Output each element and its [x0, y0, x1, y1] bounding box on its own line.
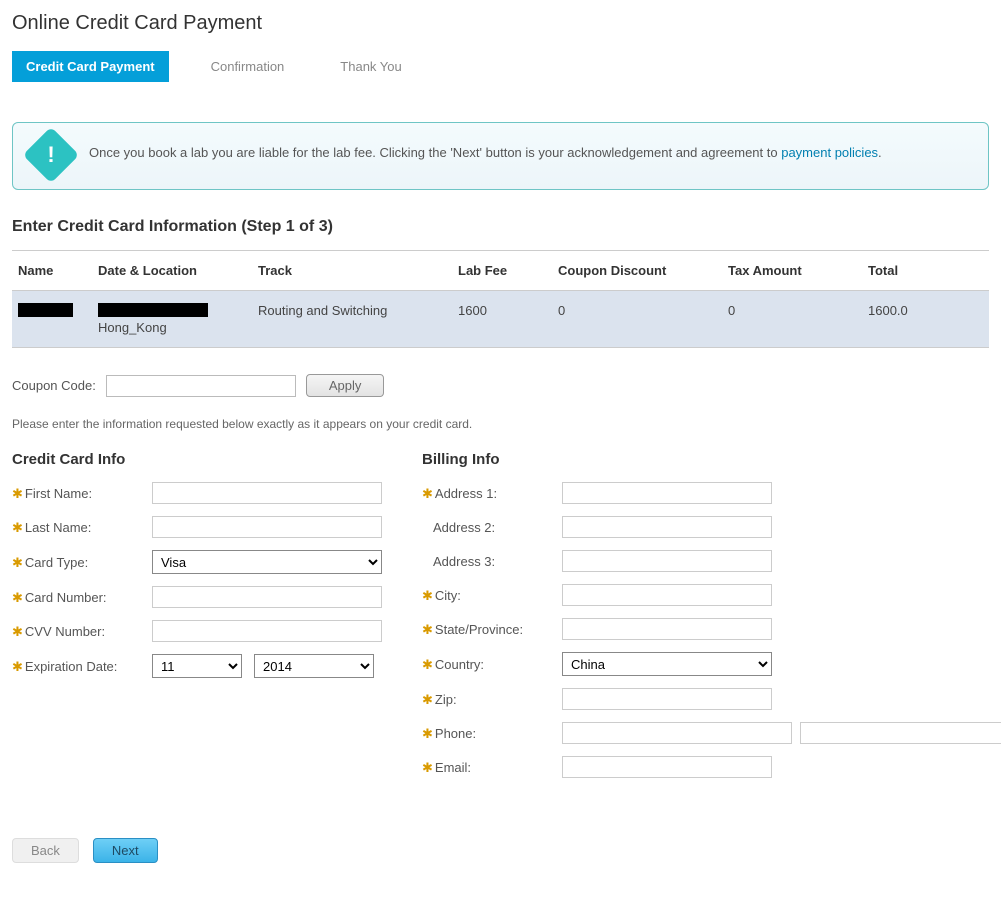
coupon-row: Coupon Code: Apply — [12, 374, 989, 397]
back-button[interactable]: Back — [12, 838, 79, 863]
card-number-input[interactable] — [152, 586, 382, 608]
expiration-label: ✱Expiration Date: — [12, 659, 152, 674]
billing-info-section: Billing Info ✱Address 1: Address 2: Addr… — [422, 451, 1001, 790]
phone-code-input[interactable] — [562, 722, 792, 744]
step-heading: Enter Credit Card Information (Step 1 of… — [12, 218, 989, 236]
coupon-input[interactable] — [106, 375, 296, 397]
last-name-label: ✱Last Name: — [12, 520, 152, 535]
cell-track: Routing and Switching — [252, 291, 452, 348]
city-label: ✱City: — [422, 588, 562, 603]
address1-label: ✱Address 1: — [422, 486, 562, 501]
cell-tax-amount: 0 — [722, 291, 862, 348]
redacted-date — [98, 303, 208, 317]
zip-input[interactable] — [562, 688, 772, 710]
alert-icon: ! — [31, 135, 71, 175]
redacted-name — [18, 303, 73, 317]
email-label: ✱Email: — [422, 760, 562, 775]
col-tax-amount: Tax Amount — [722, 251, 862, 291]
address2-input[interactable] — [562, 516, 772, 538]
next-button[interactable]: Next — [93, 838, 158, 863]
credit-card-info-section: Credit Card Info ✱First Name: ✱Last Name… — [12, 451, 382, 790]
summary-table: Name Date & Location Track Lab Fee Coupo… — [12, 250, 989, 348]
tab-bar: Credit Card Payment Confirmation Thank Y… — [12, 51, 989, 82]
cell-lab-fee: 1600 — [452, 291, 552, 348]
cvv-label: ✱CVV Number: — [12, 624, 152, 639]
payment-policies-link[interactable]: payment policies — [781, 145, 878, 160]
last-name-input[interactable] — [152, 516, 382, 538]
exp-year-select[interactable]: 2014 — [254, 654, 374, 678]
info-text-suffix: . — [878, 145, 882, 160]
button-row: Back Next — [12, 838, 989, 863]
address3-input[interactable] — [562, 550, 772, 572]
cell-coupon-discount: 0 — [552, 291, 722, 348]
address2-label: Address 2: — [422, 520, 562, 535]
hint-text: Please enter the information requested b… — [12, 417, 989, 431]
tab-thank-you[interactable]: Thank You — [326, 51, 415, 82]
address1-input[interactable] — [562, 482, 772, 504]
zip-label: ✱Zip: — [422, 692, 562, 707]
country-select[interactable]: China — [562, 652, 772, 676]
state-label: ✱State/Province: — [422, 622, 562, 637]
info-text: Once you book a lab you are liable for t… — [89, 137, 882, 163]
email-input[interactable] — [562, 756, 772, 778]
col-date-location: Date & Location — [92, 251, 252, 291]
exp-month-select[interactable]: 11 — [152, 654, 242, 678]
phone-number-input[interactable] — [800, 722, 1001, 744]
cell-total: 1600.0 — [862, 291, 989, 348]
phone-label: ✱Phone: — [422, 726, 562, 741]
table-row: Hong_Kong Routing and Switching 1600 0 0… — [12, 291, 989, 348]
info-text-prefix: Once you book a lab you are liable for t… — [89, 145, 781, 160]
coupon-label: Coupon Code: — [12, 378, 96, 393]
card-type-label: ✱Card Type: — [12, 555, 152, 570]
cell-location: Hong_Kong — [98, 320, 167, 335]
tab-confirmation[interactable]: Confirmation — [197, 51, 299, 82]
first-name-input[interactable] — [152, 482, 382, 504]
country-label: ✱Country: — [422, 657, 562, 672]
address3-label: Address 3: — [422, 554, 562, 569]
city-input[interactable] — [562, 584, 772, 606]
page-title: Online Credit Card Payment — [12, 12, 989, 35]
card-number-label: ✱Card Number: — [12, 590, 152, 605]
apply-button[interactable]: Apply — [306, 374, 385, 397]
card-type-select[interactable]: Visa — [152, 550, 382, 574]
cc-heading: Credit Card Info — [12, 451, 382, 468]
col-lab-fee: Lab Fee — [452, 251, 552, 291]
col-track: Track — [252, 251, 452, 291]
cvv-input[interactable] — [152, 620, 382, 642]
state-input[interactable] — [562, 618, 772, 640]
col-total: Total — [862, 251, 989, 291]
tab-credit-card-payment[interactable]: Credit Card Payment — [12, 51, 169, 82]
info-box: ! Once you book a lab you are liable for… — [12, 122, 989, 190]
first-name-label: ✱First Name: — [12, 486, 152, 501]
billing-heading: Billing Info — [422, 451, 1001, 468]
col-coupon-discount: Coupon Discount — [552, 251, 722, 291]
col-name: Name — [12, 251, 92, 291]
